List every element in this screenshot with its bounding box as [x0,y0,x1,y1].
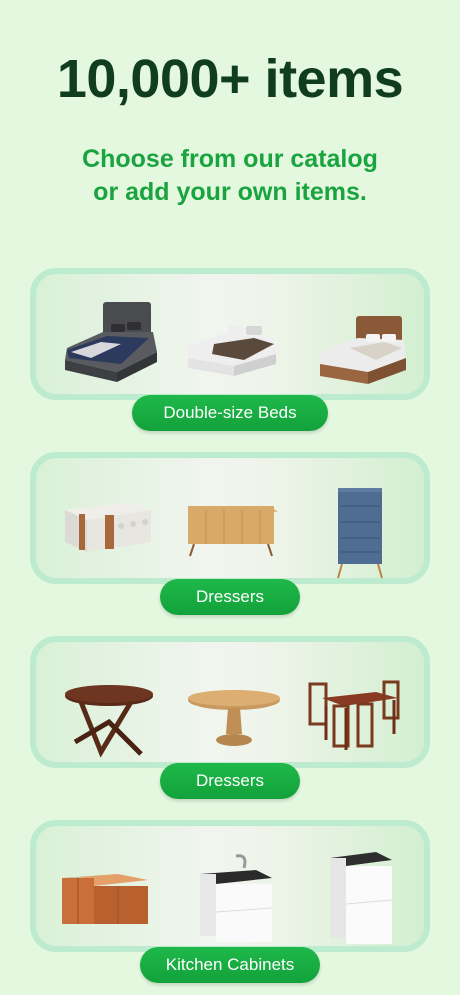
corner-sink-cabinet-image [62,874,148,924]
category-pill-kitchen[interactable]: Kitchen Cabinets [140,947,320,983]
subtitle-line-1: Choose from our catalog [82,145,378,173]
category-card-beds[interactable]: Double-size Beds [30,268,430,431]
item-row [36,642,424,762]
round-dining-table-image [65,685,153,758]
category-pill-beds[interactable]: Double-size Beds [132,395,328,431]
dining-set-with-chairs-image [308,680,400,750]
category-pill-dressers[interactable]: Dressers [160,579,300,615]
sink-cabinet-white-image [200,854,273,942]
category-card-kitchen[interactable]: Kitchen Cabinets [30,820,430,983]
item-row [36,458,424,579]
sideboard-oak-image [188,506,278,557]
bed-brown-leather-image [320,316,406,384]
category-pill-tables[interactable]: Dressers [160,763,300,799]
item-row [36,826,424,946]
bed-gray-upholstered-image [65,302,157,382]
chest-of-drawers-blue-image [337,488,383,579]
page-subtitle: Choose from our catalog or add your own … [0,143,460,209]
oval-pedestal-table-image [188,690,280,746]
category-card-tables[interactable]: Dressers [30,636,430,799]
page-title: 10,000+ items [56,49,404,109]
item-row [36,274,424,394]
base-cabinet-white-image [330,852,393,944]
subtitle-line-2: or add your own items. [93,178,367,206]
bed-white-platform-image [188,326,276,376]
sideboard-white-wood-image [65,502,151,552]
category-card-dressers[interactable]: Dressers [30,452,430,615]
